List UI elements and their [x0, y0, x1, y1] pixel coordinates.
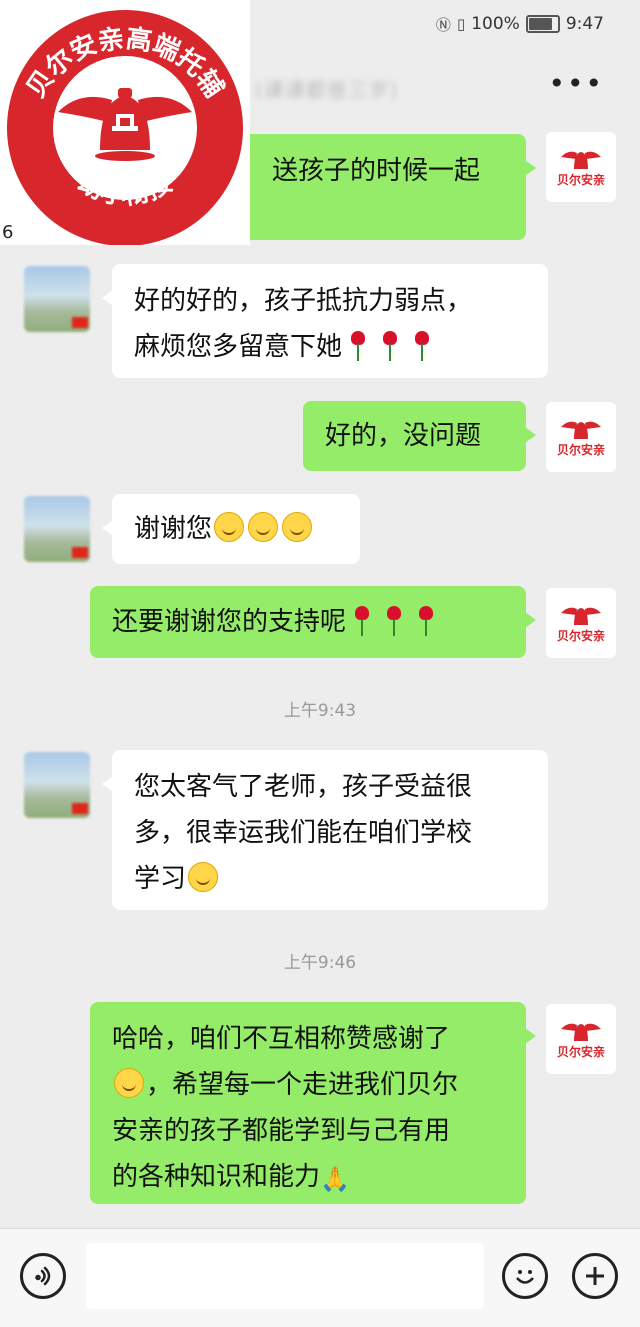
smile-emoji-icon: [248, 512, 279, 542]
school-logo: 贝尔安亲高端托辅 幼小衔接 6: [0, 0, 250, 246]
rose-emoji-icon: [416, 606, 436, 636]
input-bar: [0, 1228, 640, 1327]
message-text: 好的好的，孩子抵抗力弱点，: [134, 286, 473, 316]
message-bubble-outgoing[interactable]: 好的，没问题: [303, 401, 536, 471]
brand-bell-icon: [561, 421, 601, 439]
message-bubble-outgoing[interactable]: 送孩子的时候一起: [250, 134, 536, 240]
message-text: 送孩子的时候一起: [272, 156, 481, 186]
emoji-icon[interactable]: [502, 1253, 548, 1299]
pray-emoji-icon: 🙏: [320, 1165, 350, 1193]
smile-emoji-icon: [188, 862, 219, 892]
flag-icon: [72, 317, 88, 328]
message-text: 的各种知识和能力: [112, 1162, 321, 1192]
message-bubble-incoming[interactable]: 您太客气了老师，孩子受益很 多，很幸运我们能在咱们学校 学习: [102, 750, 548, 910]
message-text: 哈哈，咱们不互相称赞感谢了: [112, 1024, 451, 1054]
message-bubble-incoming[interactable]: 好的好的，孩子抵抗力弱点， 麻烦您多留意下她: [102, 264, 548, 378]
vibrate-icon: ▯: [456, 15, 466, 33]
battery-percent: 100%: [471, 14, 520, 34]
avatar-self[interactable]: 贝尔安亲: [546, 402, 616, 472]
avatar-brand-label: 贝尔安亲: [556, 173, 605, 187]
timestamp: 上午9:43: [283, 701, 357, 721]
message-input[interactable]: [86, 1243, 484, 1309]
message-text: 学习: [134, 864, 187, 894]
chat-title: (课课都爸三岁): [255, 77, 399, 102]
avatar-self[interactable]: 贝尔安亲: [546, 588, 616, 658]
flag-icon: [72, 803, 88, 814]
brand-bell-icon: [561, 151, 601, 169]
message-text: 还要谢谢您的支持呢: [112, 607, 347, 637]
avatar-contact[interactable]: [24, 266, 90, 332]
message-text: 谢谢您: [134, 514, 213, 544]
avatar-self[interactable]: 贝尔安亲: [546, 132, 616, 202]
timestamp: 上午9:46: [283, 953, 357, 973]
nfc-icon: Ⓝ: [435, 15, 451, 34]
rose-emoji-icon: [380, 331, 400, 361]
brand-bell-icon: [561, 1023, 601, 1041]
message-text: 好的，没问题: [325, 421, 482, 451]
message-text: 您太客气了老师，孩子受益很: [134, 772, 473, 802]
message-text: 麻烦您多留意下她: [134, 332, 343, 362]
avatar-contact[interactable]: [24, 752, 90, 818]
message-bubble-incoming[interactable]: 谢谢您: [102, 494, 360, 564]
message-text: 多，很幸运我们能在咱们学校: [134, 818, 473, 848]
smile-emoji-icon: [214, 512, 245, 542]
avatar-brand-label: 贝尔安亲: [556, 1045, 605, 1059]
avatar-brand-label: 贝尔安亲: [556, 443, 605, 457]
avatar-contact[interactable]: [24, 496, 90, 562]
status-time: 9:47: [565, 14, 604, 34]
rose-emoji-icon: [348, 331, 368, 361]
rose-emoji-icon: [384, 606, 404, 636]
avatar-brand-label: 贝尔安亲: [556, 629, 605, 643]
smile-emoji-icon: [114, 1068, 144, 1098]
message-text: 安亲的孩子都能学到与己有用: [112, 1116, 451, 1146]
logo-side-mark: 6: [2, 222, 14, 243]
plus-icon[interactable]: [572, 1253, 618, 1299]
message-bubble-outgoing[interactable]: 哈哈，咱们不互相称赞感谢了 ，希望每一个走进我们贝尔 安亲的孩子都能学到与己有用…: [90, 1002, 536, 1204]
logo-seal-icon: 贝尔安亲高端托辅 幼小衔接: [7, 10, 243, 246]
battery-icon: [525, 15, 560, 33]
more-icon[interactable]: •••: [548, 70, 604, 98]
brand-bell-icon: [561, 607, 601, 625]
message-bubble-outgoing[interactable]: 还要谢谢您的支持呢: [90, 586, 536, 658]
avatar-self[interactable]: 贝尔安亲: [546, 1004, 616, 1074]
rose-emoji-icon: [352, 606, 372, 636]
rose-emoji-icon: [412, 331, 432, 361]
flag-icon: [72, 547, 88, 558]
voice-icon[interactable]: [20, 1253, 66, 1299]
message-text: ，希望每一个走进我们贝尔: [146, 1070, 459, 1100]
smile-emoji-icon: [282, 512, 313, 542]
